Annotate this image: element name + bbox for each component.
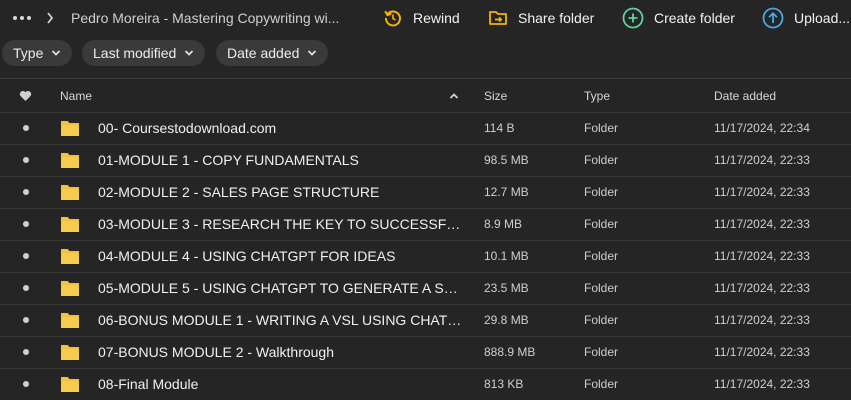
row-date-added: 11/17/2024, 22:33	[714, 249, 810, 263]
row-date-added: 11/17/2024, 22:33	[714, 313, 810, 327]
filter-date-added[interactable]: Date added	[216, 40, 329, 66]
row-date-added: 11/17/2024, 22:33	[714, 281, 810, 295]
row-name: 02-MODULE 2 - SALES PAGE STRUCTURE	[98, 184, 380, 200]
table-header: Name Size Type Date added	[0, 79, 851, 113]
row-date-added: 11/17/2024, 22:33	[714, 153, 810, 167]
chevron-right-icon	[44, 9, 56, 27]
row-name: 05-MODULE 5 - USING CHATGPT TO GENERATE …	[98, 280, 466, 296]
folder-icon	[60, 215, 80, 233]
chevron-down-icon	[308, 50, 317, 56]
table-row[interactable]: 01-MODULE 1 - COPY FUNDAMENTALS 98.5 MB …	[0, 144, 851, 176]
table-row[interactable]: 00- Coursestodownload.com 114 B Folder 1…	[0, 112, 851, 144]
folder-icon	[60, 279, 80, 297]
table-row[interactable]: 06-BONUS MODULE 1 - WRITING A VSL USING …	[0, 304, 851, 336]
filter-bar: Type Last modified Date added	[0, 40, 851, 66]
folder-icon	[60, 375, 80, 393]
rewind-icon	[384, 10, 401, 27]
filter-date-added-label: Date added	[227, 45, 300, 61]
row-name: 03-MODULE 3 - RESEARCH THE KEY TO SUCCES…	[98, 216, 466, 232]
row-name: 04-MODULE 4 - USING CHATGPT FOR IDEAS	[98, 248, 396, 264]
favorite-dot-icon[interactable]	[23, 317, 29, 323]
row-date-added: 11/17/2024, 22:34	[714, 121, 810, 135]
column-header-size[interactable]: Size	[484, 79, 564, 113]
row-date-added: 11/17/2024, 22:33	[714, 377, 810, 391]
filter-last-modified-label: Last modified	[93, 45, 177, 61]
row-size: 29.8 MB	[484, 313, 529, 327]
create-folder-button[interactable]: Create folder	[622, 5, 735, 31]
favorite-dot-icon[interactable]	[23, 125, 29, 131]
favorite-dot-icon[interactable]	[23, 285, 29, 291]
row-type: Folder	[584, 217, 619, 231]
folder-icon	[60, 311, 80, 329]
row-name: 07-BONUS MODULE 2 - Walkthrough	[98, 344, 334, 360]
filter-type-label: Type	[13, 45, 44, 61]
table-row[interactable]: 04-MODULE 4 - USING CHATGPT FOR IDEAS 10…	[0, 240, 851, 272]
rewind-button[interactable]: Rewind	[383, 5, 460, 31]
row-type: Folder	[584, 345, 619, 359]
favorite-dot-icon[interactable]	[23, 381, 29, 387]
favorite-dot-icon[interactable]	[23, 349, 29, 355]
rewind-label: Rewind	[413, 10, 460, 26]
column-header-type[interactable]: Type	[584, 79, 664, 113]
table-row[interactable]: 07-BONUS MODULE 2 - Walkthrough 888.9 MB…	[0, 336, 851, 368]
sort-ascending-icon[interactable]	[449, 79, 461, 113]
folder-icon	[60, 343, 80, 361]
column-header-name[interactable]: Name	[60, 79, 180, 113]
table-row[interactable]: 05-MODULE 5 - USING CHATGPT TO GENERATE …	[0, 272, 851, 304]
row-size: 98.5 MB	[484, 153, 529, 167]
row-type: Folder	[584, 249, 619, 263]
row-type: Folder	[584, 377, 619, 391]
row-name: 01-MODULE 1 - COPY FUNDAMENTALS	[98, 152, 359, 168]
filter-type[interactable]: Type	[2, 40, 73, 66]
favorite-dot-icon[interactable]	[23, 157, 29, 163]
favorite-dot-icon[interactable]	[23, 221, 29, 227]
upload-button[interactable]: Upload...	[762, 5, 850, 31]
row-size: 10.1 MB	[484, 249, 529, 263]
row-type: Folder	[584, 313, 619, 327]
row-size: 888.9 MB	[484, 345, 536, 359]
upload-label: Upload...	[794, 10, 851, 26]
row-type: Folder	[584, 153, 619, 167]
upload-icon	[762, 7, 784, 29]
breadcrumb-title[interactable]: Pedro Moreira - Mastering Copywriting wi…	[71, 8, 346, 28]
folder-icon	[60, 247, 80, 265]
heart-icon[interactable]	[19, 79, 33, 113]
file-list: 00- Coursestodownload.com 114 B Folder 1…	[0, 112, 851, 400]
table-row[interactable]: 08-Final Module 813 KB Folder 11/17/2024…	[0, 368, 851, 400]
favorite-dot-icon[interactable]	[23, 253, 29, 259]
row-size: 12.7 MB	[484, 185, 529, 199]
chevron-down-icon	[52, 50, 61, 56]
toolbar: Pedro Moreira - Mastering Copywriting wi…	[0, 0, 851, 36]
more-horizontal-icon[interactable]	[13, 9, 35, 27]
share-folder-icon	[489, 11, 507, 25]
column-header-date-added[interactable]: Date added	[714, 79, 834, 113]
favorite-dot-icon[interactable]	[23, 189, 29, 195]
row-date-added: 11/17/2024, 22:33	[714, 185, 810, 199]
row-name: 00- Coursestodownload.com	[98, 120, 277, 136]
table-row[interactable]: 02-MODULE 2 - SALES PAGE STRUCTURE 12.7 …	[0, 176, 851, 208]
row-date-added: 11/17/2024, 22:33	[714, 217, 810, 231]
row-size: 813 KB	[484, 377, 524, 391]
share-folder-label: Share folder	[518, 10, 595, 26]
row-name: 08-Final Module	[98, 376, 199, 392]
folder-icon	[60, 119, 80, 137]
row-size: 23.5 MB	[484, 281, 529, 295]
row-size: 8.9 MB	[484, 217, 523, 231]
create-folder-icon	[622, 7, 644, 29]
row-size: 114 B	[484, 121, 515, 135]
folder-icon	[60, 183, 80, 201]
row-type: Folder	[584, 281, 619, 295]
row-type: Folder	[584, 121, 619, 135]
chevron-down-icon	[185, 50, 194, 56]
share-folder-button[interactable]: Share folder	[488, 5, 594, 31]
table-row[interactable]: 03-MODULE 3 - RESEARCH THE KEY TO SUCCES…	[0, 208, 851, 240]
row-type: Folder	[584, 185, 619, 199]
filter-last-modified[interactable]: Last modified	[82, 40, 206, 66]
row-name: 06-BONUS MODULE 1 - WRITING A VSL USING …	[98, 312, 466, 328]
folder-icon	[60, 151, 80, 169]
row-date-added: 11/17/2024, 22:33	[714, 345, 810, 359]
create-folder-label: Create folder	[654, 10, 735, 26]
